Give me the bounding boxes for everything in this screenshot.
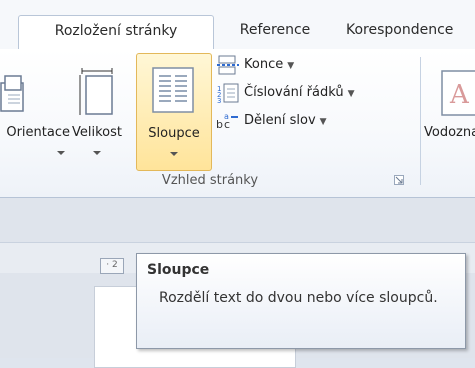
line-numbers-dropdown-arrow: ▼	[347, 89, 355, 99]
watermark-icon: A	[440, 69, 475, 121]
svg-text:A: A	[449, 80, 470, 110]
tooltip-columns: Sloupce Rozdělí text do dvou nebo více s…	[136, 253, 466, 349]
page-setup-small-commands: Konce ▼ 1 2 3 Číslování řádků ▼ b c a Dě…	[216, 51, 416, 135]
line-numbers-icon: 1 2 3	[216, 83, 240, 105]
breaks-label: Konce	[244, 57, 284, 72]
hyphenation-icon: b c a	[216, 111, 240, 131]
ruler-tab-selector[interactable]: · 2	[100, 258, 124, 274]
line-numbers-label: Číslování řádků	[244, 85, 344, 100]
size-dropdown-arrow	[93, 151, 101, 155]
watermark-label: Vodoznak	[424, 125, 475, 140]
group-divider	[420, 57, 421, 185]
ribbon-tab-strip: Rozložení stránky Reference Korespondenc…	[0, 0, 475, 50]
dialog-launcher-icon[interactable]	[394, 175, 404, 185]
tooltip-description: Rozdělí text do dvou nebo více sloupců.	[159, 290, 438, 306]
hyphenation-label: Dělení slov	[244, 113, 316, 128]
columns-label: Sloupce	[148, 126, 200, 141]
tab-references[interactable]: Reference	[220, 15, 330, 49]
breaks-button[interactable]: Konce ▼	[216, 51, 416, 79]
watermark-button[interactable]: A Vodoznak	[424, 53, 475, 171]
size-button[interactable]: Velikost	[58, 53, 136, 171]
columns-button[interactable]: Sloupce	[136, 53, 212, 171]
columns-icon	[151, 66, 195, 118]
svg-text:b: b	[216, 118, 223, 131]
svg-text:3: 3	[217, 97, 221, 103]
svg-text:a: a	[224, 112, 229, 121]
size-label: Velikost	[72, 125, 122, 140]
orientation-icon	[0, 73, 26, 121]
tab-page-layout[interactable]: Rozložení stránky	[18, 15, 214, 50]
line-numbers-button[interactable]: 1 2 3 Číslování řádků ▼	[216, 79, 416, 107]
tab-mailings[interactable]: Korespondence	[336, 15, 475, 49]
ribbon-page-layout: Orientace Velikost Sloupce Konce ▼ 1 2 3…	[0, 49, 475, 198]
tooltip-title: Sloupce	[147, 262, 210, 278]
columns-dropdown-arrow	[170, 152, 178, 156]
hyphenation-button[interactable]: b c a Dělení slov ▼	[216, 107, 416, 135]
hyphenation-dropdown-arrow: ▼	[319, 117, 327, 127]
breaks-icon	[216, 55, 240, 75]
breaks-dropdown-arrow: ▼	[287, 61, 295, 71]
group-label-page-setup: Vzhled stránky	[161, 173, 259, 188]
page-size-icon	[78, 67, 116, 121]
